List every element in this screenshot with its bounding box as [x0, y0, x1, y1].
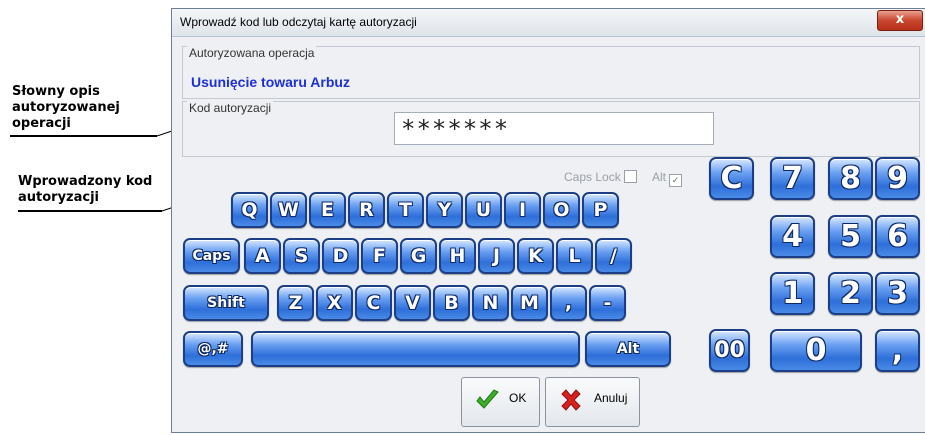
- clear-key[interactable]: C: [709, 157, 754, 200]
- shift-key[interactable]: Shift: [183, 285, 269, 321]
- key-c[interactable]: C: [355, 285, 392, 321]
- caps-lock-label: Caps Lock: [564, 170, 621, 184]
- numpad-key-2[interactable]: 2: [828, 272, 873, 315]
- key-l[interactable]: L: [556, 238, 593, 274]
- numpad-key-1[interactable]: 1: [770, 272, 815, 315]
- key-i[interactable]: I: [504, 192, 541, 228]
- key-v[interactable]: V: [394, 285, 431, 321]
- auth-dialog: Wprowadź kod lub odczytaj kartę autoryza…: [171, 8, 925, 433]
- space-key[interactable]: [251, 331, 580, 367]
- key-n[interactable]: N: [472, 285, 509, 321]
- numpad-key-comma[interactable]: ,: [875, 329, 920, 372]
- cancel-label: Anuluj: [594, 391, 628, 405]
- operation-group-title: Autoryzowana operacja: [187, 46, 317, 60]
- numpad-key-00[interactable]: 00: [709, 329, 750, 372]
- numpad-key-5[interactable]: 5: [828, 215, 873, 258]
- key-f[interactable]: F: [361, 238, 398, 274]
- numpad-key-9[interactable]: 9: [875, 157, 920, 200]
- key-q[interactable]: Q: [231, 192, 268, 228]
- key-g[interactable]: G: [400, 238, 437, 274]
- numpad-key-4[interactable]: 4: [770, 215, 815, 258]
- code-group-title: Kod autoryzacji: [187, 101, 274, 115]
- ok-label: OK: [509, 391, 527, 405]
- auth-code-input[interactable]: *******: [394, 112, 714, 145]
- key-x[interactable]: X: [316, 285, 353, 321]
- ok-button[interactable]: OK: [461, 377, 540, 427]
- key-h[interactable]: H: [439, 238, 476, 274]
- key-minus[interactable]: -: [589, 285, 626, 321]
- key-p[interactable]: P: [582, 192, 619, 228]
- operation-group: Autoryzowana operacja Usunięcie towaru A…: [182, 46, 920, 99]
- cross-icon: [561, 389, 581, 411]
- key-j[interactable]: J: [478, 238, 515, 274]
- alt-indicator[interactable]: Alt ✓: [652, 170, 683, 187]
- code-group: Kod autoryzacji *******: [182, 101, 920, 157]
- key-t[interactable]: T: [387, 192, 424, 228]
- title-bar: Wprowadź kod lub odczytaj kartę autoryza…: [172, 9, 925, 37]
- numpad-key-6[interactable]: 6: [875, 215, 920, 258]
- caps-key[interactable]: Caps: [183, 238, 240, 274]
- numpad-key-8[interactable]: 8: [828, 157, 873, 200]
- key-z[interactable]: Z: [277, 285, 314, 321]
- key-s[interactable]: S: [283, 238, 320, 274]
- cancel-button[interactable]: Anuluj: [545, 377, 640, 427]
- key-e[interactable]: E: [309, 192, 346, 228]
- numpad-key-0[interactable]: 0: [770, 329, 862, 372]
- close-button[interactable]: x: [877, 10, 923, 31]
- key-b[interactable]: B: [433, 285, 470, 321]
- alt-label: Alt: [652, 170, 667, 184]
- numpad-key-3[interactable]: 3: [875, 272, 920, 315]
- key-w[interactable]: W: [270, 192, 307, 228]
- symbols-key[interactable]: @,#: [183, 331, 243, 367]
- numpad-key-7[interactable]: 7: [770, 157, 815, 200]
- dialog-content: Autoryzowana operacja Usunięcie towaru A…: [172, 37, 925, 432]
- annotation-operation-description: Słowny opis autoryzowanej operacji: [12, 84, 120, 131]
- caps-lock-indicator[interactable]: Caps Lock: [564, 170, 637, 184]
- key-o[interactable]: O: [543, 192, 580, 228]
- key-k[interactable]: K: [517, 238, 554, 274]
- key-slash[interactable]: /: [595, 238, 632, 274]
- alt-key[interactable]: Alt: [585, 331, 671, 367]
- key-d[interactable]: D: [322, 238, 359, 274]
- key-a[interactable]: A: [244, 238, 281, 274]
- key-u[interactable]: U: [465, 192, 502, 228]
- checkmark-icon: [476, 389, 499, 409]
- caps-lock-checkbox[interactable]: [623, 170, 637, 183]
- alt-checkbox[interactable]: ✓: [669, 174, 683, 187]
- annotation-entered-code: Wprowadzony kod autoryzacji: [18, 174, 153, 205]
- key-comma[interactable]: ,: [550, 285, 587, 321]
- key-y[interactable]: Y: [426, 192, 463, 228]
- key-m[interactable]: M: [511, 285, 548, 321]
- operation-text: Usunięcie towaru Arbuz: [191, 74, 350, 90]
- key-r[interactable]: R: [348, 192, 385, 228]
- window-title: Wprowadź kod lub odczytaj kartę autoryza…: [180, 15, 417, 29]
